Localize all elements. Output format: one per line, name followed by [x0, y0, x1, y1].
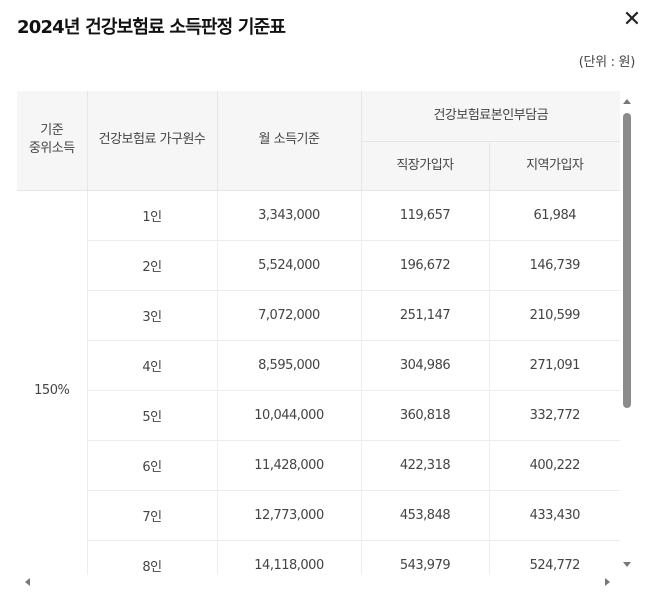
- regional-cell: 332,772: [489, 390, 620, 441]
- household-cell: 1인: [87, 190, 218, 241]
- employee-cell: 422,318: [361, 440, 490, 491]
- horizontal-scrollbar[interactable]: [17, 575, 620, 589]
- vertical-scrollbar[interactable]: [620, 96, 634, 570]
- table-body: 150% 1인 3,343,000 119,657 61,984 2인 5,52…: [17, 190, 620, 575]
- regional-cell: 433,430: [489, 490, 620, 541]
- employee-cell: 119,657: [361, 190, 490, 241]
- employee-cell: 360,818: [361, 390, 490, 441]
- employee-cell: 304,986: [361, 340, 490, 391]
- household-cell: 6인: [87, 440, 218, 491]
- income-cell: 11,428,000: [217, 440, 362, 491]
- header-monthly-income: 월 소득기준: [217, 91, 362, 191]
- regional-cell: 61,984: [489, 190, 620, 241]
- household-cell: 5인: [87, 390, 218, 441]
- income-cell: 14,118,000: [217, 540, 362, 575]
- employee-cell: 543,979: [361, 540, 490, 575]
- table-row: 5인 10,044,000 360,818 332,772: [17, 390, 620, 441]
- modal-title: 2024년 건강보험료 소득판정 기준표: [17, 17, 286, 38]
- household-cell: 3인: [87, 290, 218, 341]
- household-cell: 7인: [87, 490, 218, 541]
- employee-cell: 196,672: [361, 240, 490, 291]
- employee-cell: 251,147: [361, 290, 490, 341]
- table-header: 기준 중위소득 건강보험료 가구원수 월 소득기준 건강보험료본인부담금 직장가…: [17, 91, 620, 191]
- regional-cell: 146,739: [489, 240, 620, 291]
- scroll-down-arrow-icon[interactable]: [623, 562, 631, 567]
- header-income-level: 기준 중위소득: [17, 91, 88, 191]
- scroll-up-arrow-icon[interactable]: [623, 99, 631, 104]
- scroll-left-arrow-icon[interactable]: [25, 578, 30, 586]
- household-cell: 8인: [87, 540, 218, 575]
- regional-cell: 524,772: [489, 540, 620, 575]
- income-criteria-table: 기준 중위소득 건강보험료 가구원수 월 소득기준 건강보험료본인부담금 직장가…: [17, 91, 620, 575]
- regional-cell: 210,599: [489, 290, 620, 341]
- table-row: 8인 14,118,000 543,979 524,772: [17, 540, 620, 575]
- regional-cell: 271,091: [489, 340, 620, 391]
- income-cell: 5,524,000: [217, 240, 362, 291]
- employee-cell: 453,848: [361, 490, 490, 541]
- income-cell: 8,595,000: [217, 340, 362, 391]
- income-cell: 12,773,000: [217, 490, 362, 541]
- table-row: 150% 1인 3,343,000 119,657 61,984: [17, 190, 620, 575]
- table-row: 2인 5,524,000 196,672 146,739: [17, 240, 620, 291]
- unit-note: (단위 : 원): [578, 55, 636, 70]
- scroll-right-arrow-icon[interactable]: [605, 578, 610, 586]
- income-cell: 3,343,000: [217, 190, 362, 241]
- vertical-scroll-thumb[interactable]: [623, 113, 631, 408]
- income-cell: 10,044,000: [217, 390, 362, 441]
- table-row: 3인 7,072,000 251,147 210,599: [17, 290, 620, 341]
- income-level-cell: 150%: [17, 190, 88, 575]
- income-cell: 7,072,000: [217, 290, 362, 341]
- table-scroll-area[interactable]: 기준 중위소득 건강보험료 가구원수 월 소득기준 건강보험료본인부담금 직장가…: [17, 91, 620, 575]
- header-self-pay: 건강보험료본인부담금: [361, 91, 620, 142]
- header-employee: 직장가입자: [361, 141, 490, 191]
- close-icon[interactable]: ✕: [618, 6, 646, 34]
- table-row: 6인 11,428,000 422,318 400,222: [17, 440, 620, 491]
- household-cell: 2인: [87, 240, 218, 291]
- household-cell: 4인: [87, 340, 218, 391]
- table-row: 4인 8,595,000 304,986 271,091: [17, 340, 620, 391]
- header-household-size: 건강보험료 가구원수: [87, 91, 218, 191]
- table-row: 7인 12,773,000 453,848 433,430: [17, 490, 620, 541]
- regional-cell: 400,222: [489, 440, 620, 491]
- header-regional: 지역가입자: [489, 141, 620, 191]
